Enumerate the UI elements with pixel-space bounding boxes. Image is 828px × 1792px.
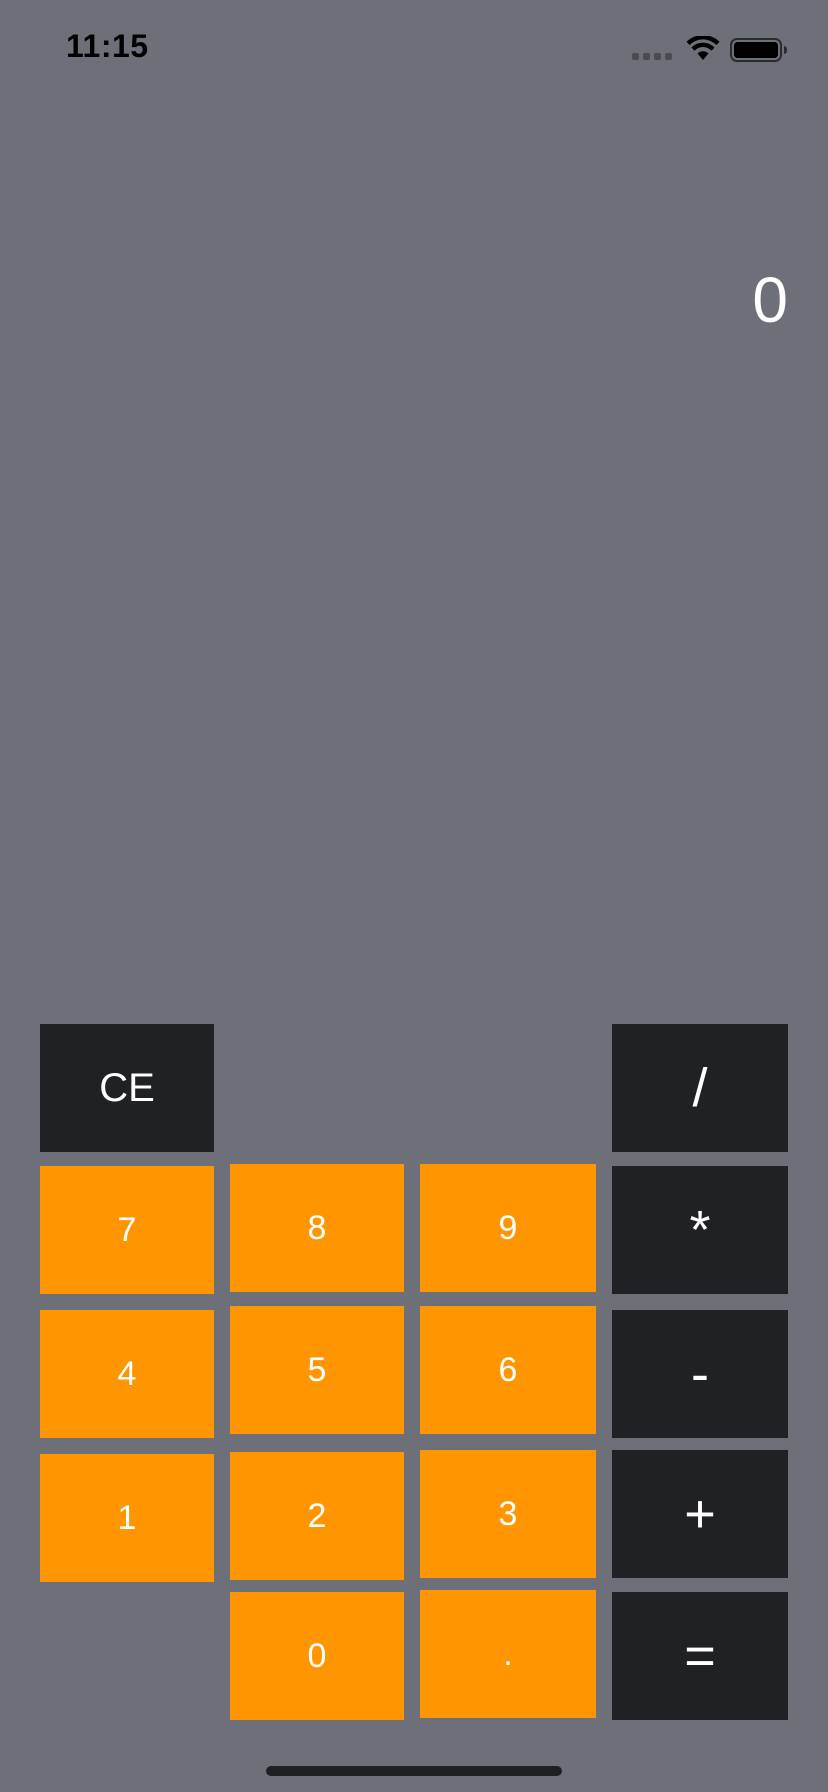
multiply-button[interactable]: * [612, 1166, 788, 1294]
digit-5-button[interactable]: 5 [230, 1306, 404, 1434]
add-button[interactable]: + [612, 1450, 788, 1578]
cellular-signal-icon [632, 53, 674, 61]
digit-4-button[interactable]: 4 [40, 1310, 214, 1438]
clear-entry-button[interactable]: CE [40, 1024, 214, 1152]
digit-6-button[interactable]: 6 [420, 1306, 596, 1434]
digit-2-button[interactable]: 2 [230, 1452, 404, 1580]
subtract-button[interactable]: - [612, 1310, 788, 1438]
status-icons [614, 36, 794, 64]
digit-8-button[interactable]: 8 [230, 1164, 404, 1292]
status-time: 11:15 [66, 28, 149, 64]
digit-1-button[interactable]: 1 [40, 1454, 214, 1582]
battery-icon [730, 38, 787, 62]
digit-3-button[interactable]: 3 [420, 1450, 596, 1578]
wifi-icon [686, 36, 720, 60]
decimal-point-button[interactable]: . [420, 1590, 596, 1718]
digit-7-button[interactable]: 7 [40, 1166, 214, 1294]
home-indicator[interactable] [266, 1766, 562, 1776]
digit-0-button[interactable]: 0 [230, 1592, 404, 1720]
divide-button[interactable]: / [612, 1024, 788, 1152]
calculator-display: 0 [752, 264, 788, 336]
digit-9-button[interactable]: 9 [420, 1164, 596, 1292]
equals-button[interactable]: = [612, 1592, 788, 1720]
